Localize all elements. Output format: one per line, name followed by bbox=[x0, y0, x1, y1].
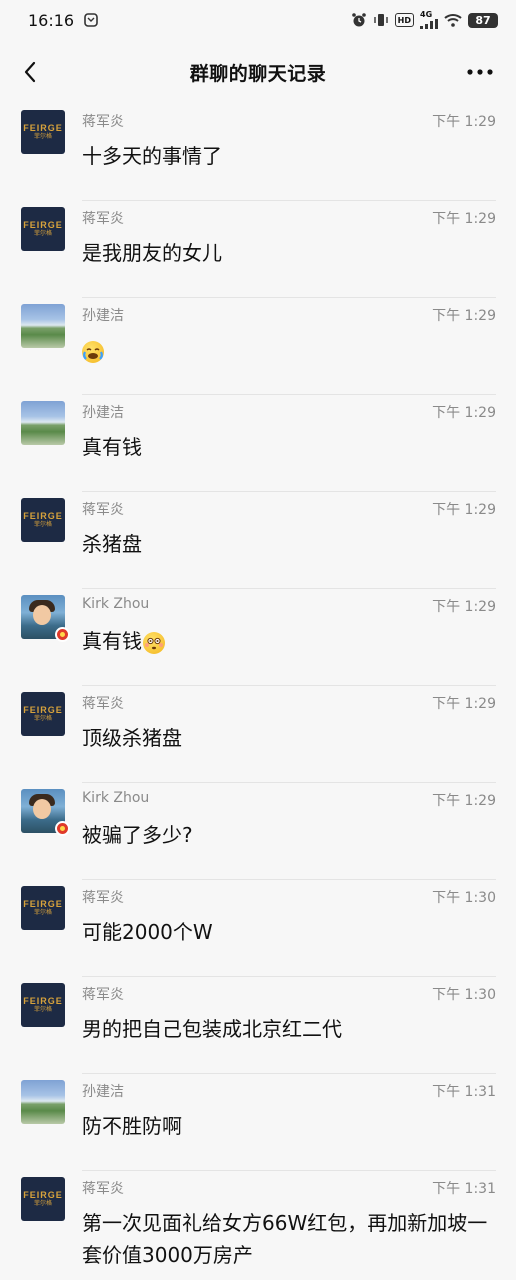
message-text: 被骗了多少? bbox=[82, 823, 193, 847]
status-badge bbox=[55, 821, 70, 836]
avatar[interactable] bbox=[21, 595, 70, 642]
message-time: 下午 1:31 bbox=[432, 1181, 496, 1197]
status-bar: 16:16 HD 4G 87 bbox=[0, 0, 516, 40]
sender-name: 蒋军炎 bbox=[82, 502, 124, 518]
message-row[interactable]: FEIRGE 菲尔格 蒋军炎 下午 1:29 顶级杀猪盘 bbox=[0, 686, 516, 783]
message-row[interactable]: 孙建洁 下午 1:29 bbox=[0, 298, 516, 395]
avatar[interactable] bbox=[21, 1080, 65, 1124]
crying-face-emoji bbox=[82, 340, 104, 363]
message-text: 可能2000个W bbox=[82, 920, 213, 944]
flushed-face-emoji bbox=[143, 631, 165, 654]
more-dots-icon bbox=[467, 69, 493, 75]
message-text: 男的把自己包装成北京红二代 bbox=[82, 1017, 342, 1041]
message-time: 下午 1:29 bbox=[432, 211, 496, 227]
sender-name: 蒋军炎 bbox=[82, 114, 124, 130]
message-text: 杀猪盘 bbox=[82, 532, 142, 556]
sender-name: 蒋军炎 bbox=[82, 987, 124, 1003]
sender-name: 孙建洁 bbox=[82, 1084, 124, 1100]
avatar[interactable]: FEIRGE 菲尔格 bbox=[21, 983, 65, 1027]
message-time: 下午 1:29 bbox=[432, 502, 496, 518]
wifi-icon bbox=[444, 13, 462, 27]
message-time: 下午 1:31 bbox=[432, 1084, 496, 1100]
message-row[interactable]: FEIRGE 菲尔格 蒋军炎 下午 1:30 可能2000个W bbox=[0, 880, 516, 977]
message-time: 下午 1:29 bbox=[432, 308, 496, 324]
message-time: 下午 1:29 bbox=[432, 599, 496, 615]
message-time: 下午 1:29 bbox=[432, 696, 496, 712]
message-text: 防不胜防啊 bbox=[82, 1114, 182, 1138]
avatar[interactable]: FEIRGE 菲尔格 bbox=[21, 498, 65, 542]
hd-badge: HD bbox=[394, 13, 414, 27]
chat-history-list[interactable]: FEIRGE 菲尔格 蒋军炎 下午 1:29 十多天的事情了 FEIRGE 菲尔… bbox=[0, 104, 516, 1280]
back-button[interactable] bbox=[14, 56, 46, 88]
avatar[interactable] bbox=[21, 401, 65, 445]
message-text: 第一次见面礼给女方66W红包，再加新加坡一套价值3000万房产 bbox=[82, 1211, 488, 1267]
message-text: 十多天的事情了 bbox=[82, 144, 222, 168]
signal-icon: 4G bbox=[420, 11, 438, 29]
message-text: 真有钱 bbox=[82, 435, 142, 459]
message-row[interactable]: 孙建洁 下午 1:31 防不胜防啊 bbox=[0, 1074, 516, 1171]
sender-name: 蒋军炎 bbox=[82, 211, 124, 227]
battery-indicator: 87 bbox=[468, 12, 498, 28]
avatar[interactable]: FEIRGE 菲尔格 bbox=[21, 886, 65, 930]
page-title: 群聊的聊天记录 bbox=[189, 62, 327, 85]
sender-name: 孙建洁 bbox=[82, 405, 124, 421]
vibrate-icon bbox=[373, 13, 389, 27]
sender-name: 蒋军炎 bbox=[82, 890, 124, 906]
sender-name: Kirk Zhou bbox=[82, 790, 150, 806]
avatar[interactable]: FEIRGE 菲尔格 bbox=[21, 110, 65, 154]
sender-name: 蒋军炎 bbox=[82, 1181, 124, 1197]
message-text: 是我朋友的女儿 bbox=[82, 241, 222, 265]
message-row[interactable]: FEIRGE 菲尔格 蒋军炎 下午 1:31 第一次见面礼给女方66W红包，再加… bbox=[0, 1171, 516, 1280]
network-type: 4G bbox=[420, 10, 433, 19]
message-row[interactable]: Kirk Zhou 下午 1:29 被骗了多少? bbox=[0, 783, 516, 880]
nav-bar: 群聊的聊天记录 bbox=[0, 40, 516, 104]
message-time: 下午 1:29 bbox=[432, 405, 496, 421]
avatar[interactable]: FEIRGE 菲尔格 bbox=[21, 692, 65, 736]
message-time: 下午 1:29 bbox=[432, 793, 496, 809]
alarm-icon bbox=[351, 12, 367, 28]
more-button[interactable] bbox=[462, 56, 498, 88]
status-badge bbox=[55, 627, 70, 642]
sender-name: 孙建洁 bbox=[82, 308, 124, 324]
chevron-left-icon bbox=[24, 61, 36, 83]
avatar[interactable]: FEIRGE 菲尔格 bbox=[21, 1177, 65, 1221]
sender-name: 蒋军炎 bbox=[82, 696, 124, 712]
message-text bbox=[82, 334, 492, 366]
avatar[interactable] bbox=[21, 304, 65, 348]
status-time: 16:16 bbox=[28, 10, 75, 30]
notification-icon bbox=[84, 13, 98, 27]
message-row[interactable]: 孙建洁 下午 1:29 真有钱 bbox=[0, 395, 516, 492]
message-row[interactable]: Kirk Zhou 下午 1:29 真有钱 bbox=[0, 589, 516, 686]
message-time: 下午 1:30 bbox=[432, 987, 496, 1003]
avatar[interactable] bbox=[21, 789, 70, 836]
message-row[interactable]: FEIRGE 菲尔格 蒋军炎 下午 1:29 杀猪盘 bbox=[0, 492, 516, 589]
message-row[interactable]: FEIRGE 菲尔格 蒋军炎 下午 1:29 十多天的事情了 bbox=[0, 104, 516, 201]
message-text: 顶级杀猪盘 bbox=[82, 726, 182, 750]
message-row[interactable]: FEIRGE 菲尔格 蒋军炎 下午 1:29 是我朋友的女儿 bbox=[0, 201, 516, 298]
avatar[interactable]: FEIRGE 菲尔格 bbox=[21, 207, 65, 251]
message-time: 下午 1:30 bbox=[432, 890, 496, 906]
sender-name: Kirk Zhou bbox=[82, 596, 150, 612]
message-row[interactable]: FEIRGE 菲尔格 蒋军炎 下午 1:30 男的把自己包装成北京红二代 bbox=[0, 977, 516, 1074]
message-text: 真有钱 bbox=[82, 625, 492, 657]
message-time: 下午 1:29 bbox=[432, 114, 496, 130]
